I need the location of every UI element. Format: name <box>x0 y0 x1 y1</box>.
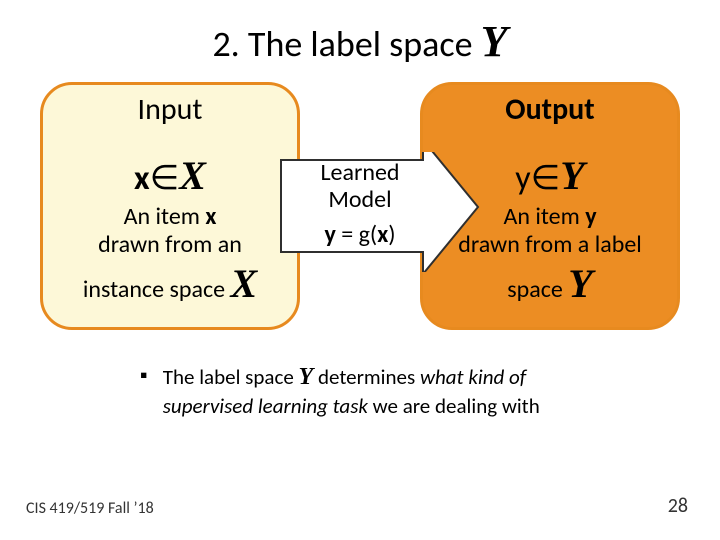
element-of-symbol: ∈ <box>150 158 180 199</box>
text: The label space <box>163 364 299 390</box>
title-text: 2. The label space <box>212 22 480 66</box>
text: drawn from a label <box>458 230 642 259</box>
text: An item <box>124 202 206 231</box>
text: space <box>507 275 568 304</box>
text: drawn from an <box>98 230 242 259</box>
text-bold: y <box>585 202 596 231</box>
script-x: X <box>230 261 257 306</box>
text: = g( <box>336 220 377 249</box>
title-script-y: Y <box>481 17 508 66</box>
arrow-label: Learned Model <box>295 160 425 214</box>
output-var: y <box>515 158 530 199</box>
text-bold: y <box>324 220 335 249</box>
text: we are dealing with <box>368 393 540 419</box>
text-bold: x <box>377 220 388 249</box>
script-y-inline: Y <box>299 364 314 390</box>
input-space-x: X <box>179 153 206 198</box>
footer-course: CIS 419/519 Fall ’18 <box>26 499 154 518</box>
text-bold: Output <box>505 91 594 128</box>
slide: 2. The label space Y Input x∈X An item x… <box>0 0 720 540</box>
input-var: x <box>134 158 150 199</box>
text: An item <box>503 202 585 231</box>
input-description: An item x drawn from an instance space X <box>43 203 297 307</box>
bullet-text: The label space Y determines what kind o… <box>163 362 603 420</box>
bullet-marker: ▪ <box>140 362 158 389</box>
text-bold: x <box>205 202 216 231</box>
input-box: Input x∈X An item x drawn from an instan… <box>40 82 300 330</box>
text: Model <box>328 185 391 214</box>
bullet-point: ▪ The label space Y determines what kind… <box>140 362 610 420</box>
slide-title: 2. The label space Y <box>0 16 720 67</box>
output-heading: Output <box>423 91 677 128</box>
element-of-symbol: ∈ <box>531 158 561 199</box>
text: determines <box>313 364 420 390</box>
text: ) <box>388 220 395 249</box>
text: instance space <box>83 275 231 304</box>
input-heading: Input <box>43 91 297 128</box>
text: Learned <box>320 158 399 187</box>
input-expression: x∈X <box>43 152 297 199</box>
script-y: Y <box>568 261 592 306</box>
arrow: Learned Model y = g(x) <box>273 152 483 272</box>
diagram: Input x∈X An item x drawn from an instan… <box>40 82 680 342</box>
output-space-y: Y <box>560 153 584 198</box>
arrow-equation: y = g(x) <box>295 220 425 249</box>
slide-number: 28 <box>668 494 688 518</box>
